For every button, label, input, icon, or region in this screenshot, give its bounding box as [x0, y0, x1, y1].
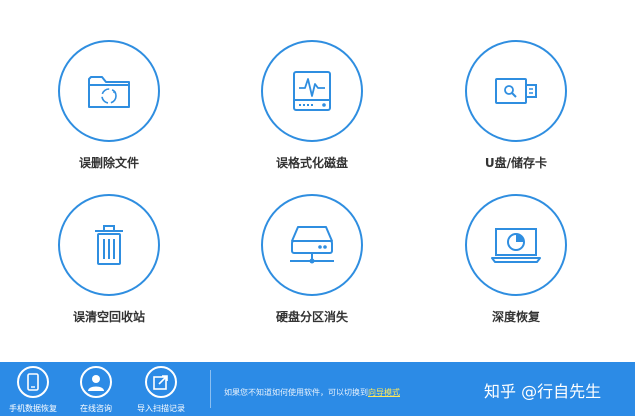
tile-label: 深度恢复 — [491, 310, 540, 324]
button-ring — [80, 366, 112, 398]
folder-recycle-icon — [88, 76, 130, 108]
footer-button-label: 在线咨询 — [80, 404, 112, 413]
tile-circle — [58, 40, 160, 142]
footer-bar: 手机数据恢复 在线咨询 导入扫描记录 如果您不知道如何使用软件，可以切换到向导模… — [0, 362, 635, 416]
footer-button-label: 手机数据恢复 — [9, 404, 57, 413]
wizard-mode-link[interactable]: 向导模式 — [368, 388, 400, 397]
import-icon — [153, 375, 168, 390]
tile-circle — [261, 40, 363, 142]
tile-circle — [261, 194, 363, 296]
tile-label: 硬盘分区消失 — [275, 310, 348, 324]
tile-label: 误删除文件 — [78, 156, 139, 170]
user-icon — [88, 375, 104, 391]
recovery-mode-grid: 误删除文件 误格式化磁盘 U盘/储存卡 误清空回收站 硬盘分区消失 深度恢复 — [0, 0, 635, 362]
tile-circle — [58, 194, 160, 296]
watermark: 知乎 @行自先生 — [484, 382, 602, 401]
import-scan-record-button[interactable]: 导入扫描记录 — [131, 366, 191, 414]
footer-button-label: 导入扫描记录 — [137, 404, 185, 413]
tile-label: 误清空回收站 — [72, 310, 145, 324]
phone-recovery-button[interactable]: 手机数据恢复 — [3, 366, 63, 414]
tile-label: 误格式化磁盘 — [275, 156, 348, 170]
tile-label: U盘/储存卡 — [484, 156, 548, 170]
button-ring — [145, 366, 177, 398]
tile-circle — [465, 194, 567, 296]
wizard-hint: 如果您不知道如何使用软件，可以切换到向导模式 — [224, 387, 400, 398]
button-ring — [17, 366, 49, 398]
hint-text: 如果您不知道如何使用软件，可以切换到 — [224, 388, 368, 397]
phone-icon — [27, 373, 39, 391]
monitor-scan-icon — [491, 228, 541, 263]
footer-divider — [210, 370, 211, 408]
online-consult-button[interactable]: 在线咨询 — [66, 366, 126, 414]
usb-drive-icon — [495, 78, 537, 104]
disk-pulse-icon — [293, 71, 331, 111]
tile-circle — [465, 40, 567, 142]
trash-bin-icon — [95, 225, 123, 265]
hard-drive-network-icon — [290, 226, 334, 264]
